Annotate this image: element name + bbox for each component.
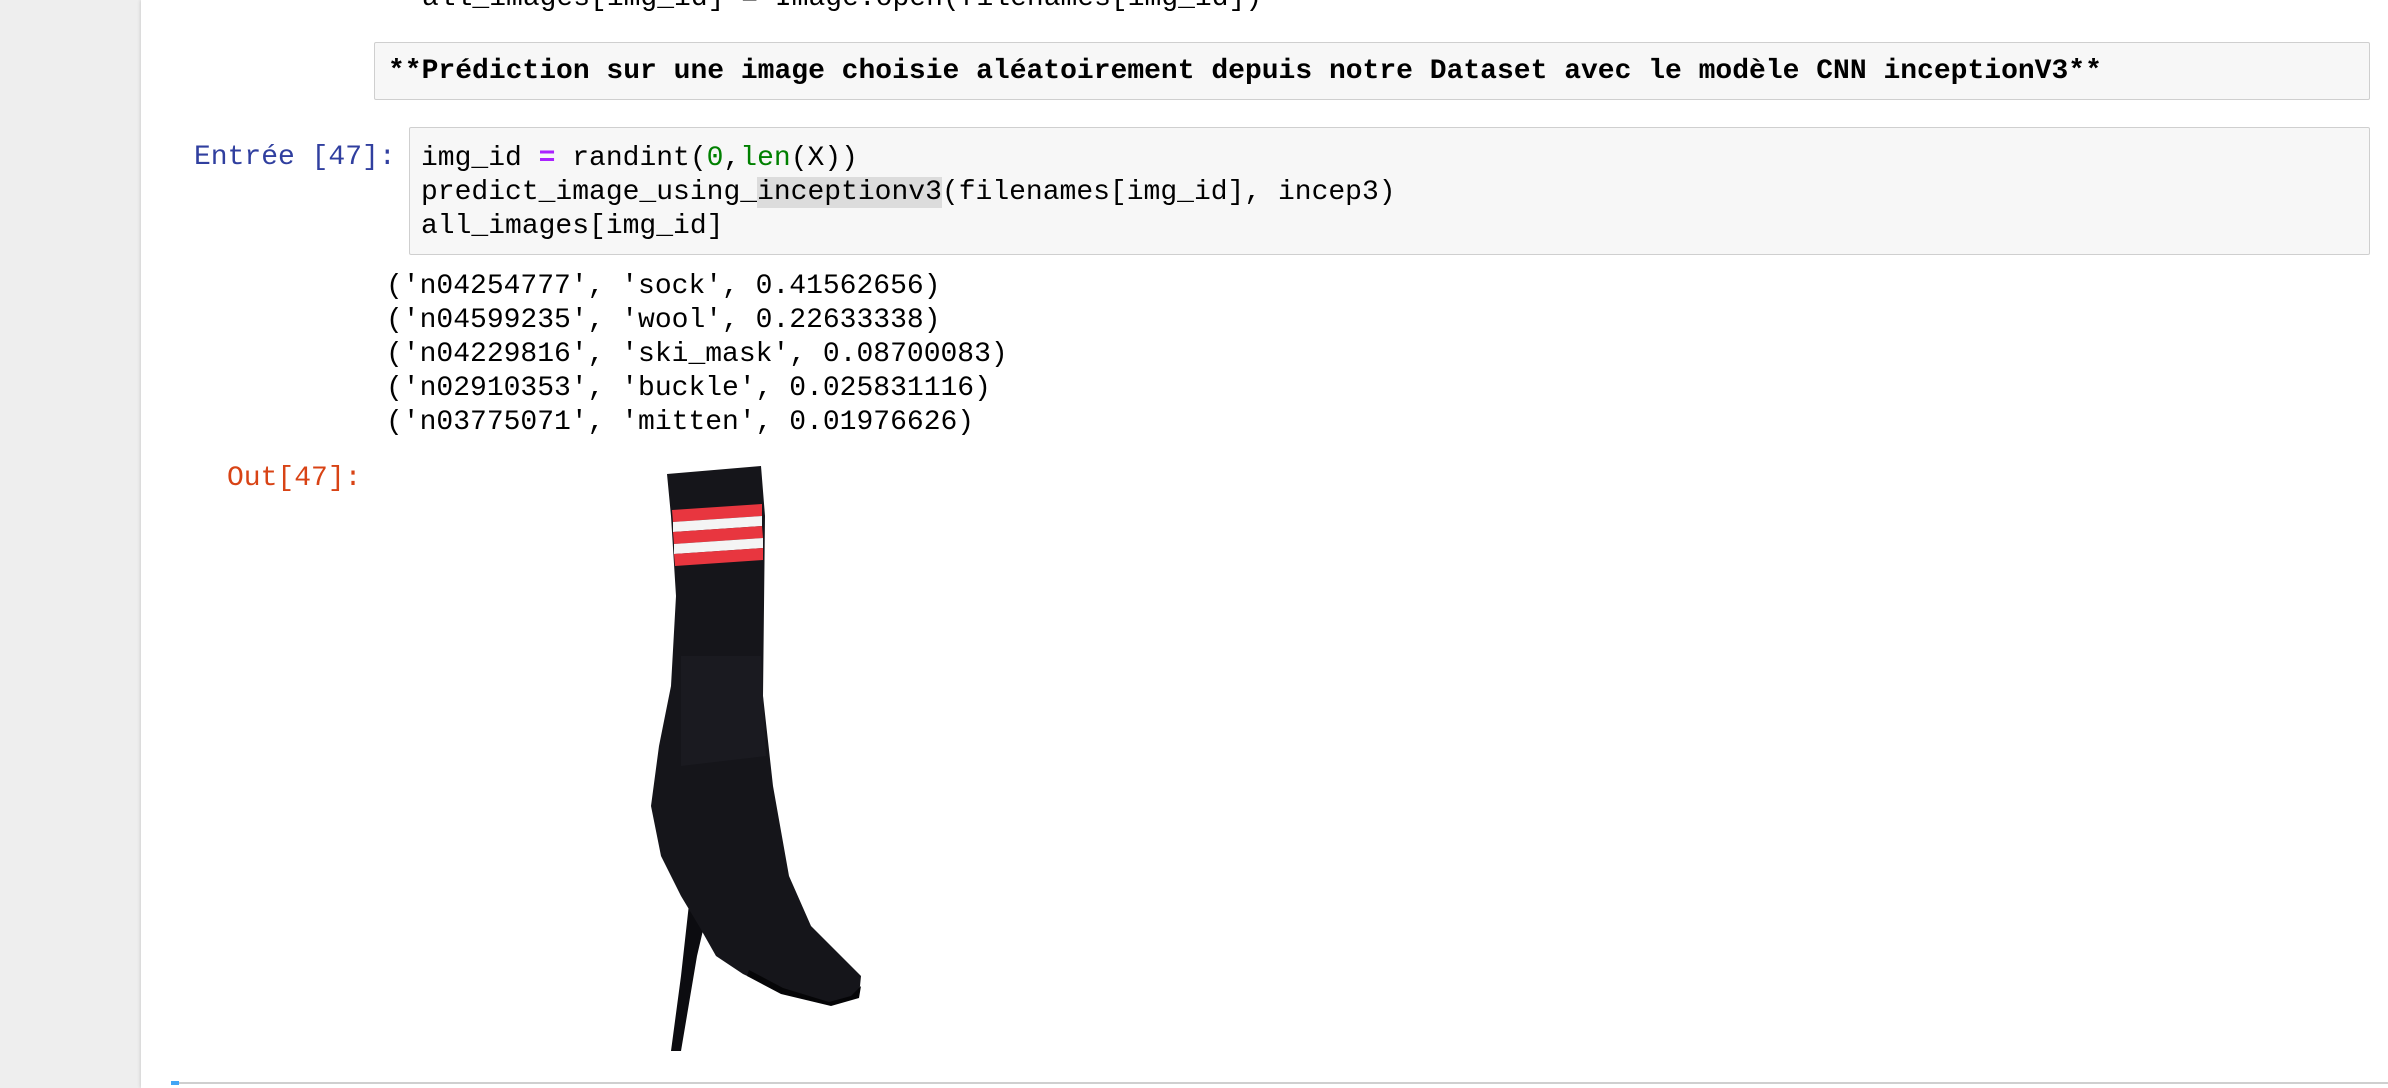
code-token: , [723, 143, 741, 174]
output-boot-image [651, 466, 861, 1051]
cell-divider [171, 1082, 2388, 1084]
code-lines: img_id = randint(0,len(X)) predict_image… [421, 142, 1396, 244]
code-cell-editor[interactable]: img_id = randint(0,len(X)) predict_image… [409, 127, 2370, 255]
code-token: (filenames[img_id], incep3) [941, 177, 1396, 208]
code-line-2: predict_image_using_inceptionv3(filename… [421, 176, 1396, 210]
output-prompt: Out[47]: [227, 463, 362, 494]
code-operator: = [538, 143, 556, 174]
stdout-line: ('n02910353', 'buckle', 0.025831116) [386, 373, 991, 404]
stdout-line: ('n04254777', 'sock', 0.41562656) [386, 271, 941, 302]
selected-cell-marker [171, 1081, 179, 1085]
stdout-output: ('n04254777', 'sock', 0.41562656) ('n045… [386, 270, 1008, 440]
code-match-highlight: inceptionv3 [757, 177, 942, 208]
input-prompt: Entrée [47]: [194, 142, 396, 173]
stdout-line: ('n04229816', 'ski_mask', 0.08700083) [386, 339, 1008, 370]
code-token: (X)) [790, 143, 858, 174]
code-number: 0 [706, 143, 724, 174]
markdown-cell-text: **Prédiction sur une image choisie aléat… [388, 56, 2102, 87]
code-token: randint( [555, 143, 707, 174]
code-line-3: all_images[img_id] [421, 211, 724, 242]
notebook-container: all_images[img_id] = Image.open(filename… [141, 0, 2388, 1088]
code-token: img_id [421, 143, 539, 174]
previous-cell-code-line: all_images[img_id] = Image.open(filename… [422, 0, 1262, 16]
stdout-line: ('n03775071', 'mitten', 0.01976626) [386, 407, 975, 438]
boot-knit-shade [681, 656, 766, 766]
markdown-cell[interactable]: **Prédiction sur une image choisie aléat… [374, 42, 2370, 100]
code-builtin: len [740, 143, 791, 174]
code-line-1: img_id = randint(0,len(X)) [421, 142, 1396, 176]
code-token: predict_image_using_ [421, 177, 758, 208]
stdout-line: ('n04599235', 'wool', 0.22633338) [386, 305, 941, 336]
